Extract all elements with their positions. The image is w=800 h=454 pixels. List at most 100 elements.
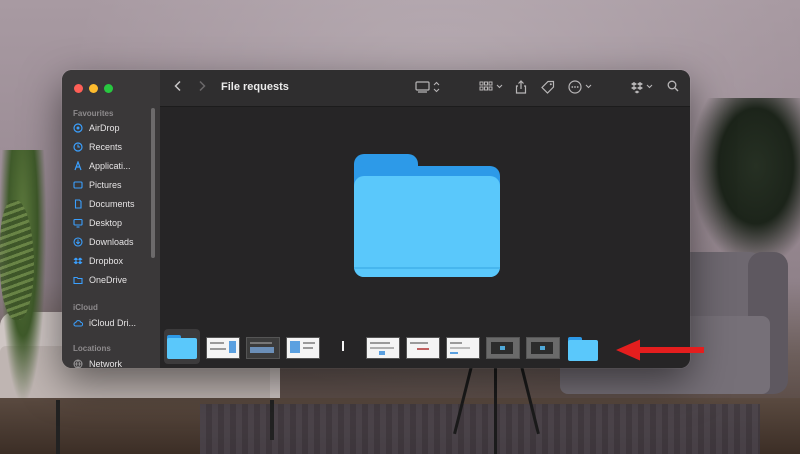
folder-thumbnail[interactable]	[568, 337, 598, 361]
sidebar-item-label: Network	[89, 359, 123, 368]
search-button[interactable]	[666, 80, 680, 96]
pictures-icon	[73, 180, 83, 190]
document-thumbnail[interactable]	[206, 337, 240, 359]
sidebar-item-network[interactable]: Network	[73, 356, 122, 368]
folder-body	[568, 340, 598, 361]
sofa-leg	[270, 400, 274, 440]
sidebar-item-label: Recents	[89, 142, 123, 152]
thumb-text-line	[303, 347, 313, 349]
sidebar-item-applications[interactable]: Applicati...	[73, 158, 131, 174]
sidebar-item-onedrive[interactable]: OneDrive	[73, 272, 127, 288]
network-icon	[73, 359, 83, 368]
forward-button[interactable]	[194, 80, 210, 96]
ellipsis-icon	[568, 80, 592, 94]
sidebar-item-label: OneDrive	[89, 275, 128, 285]
thumb-image-block	[229, 341, 236, 353]
sidebar-item-label: Applicati...	[89, 161, 131, 171]
chevron-right-icon	[199, 80, 206, 92]
tag-icon	[541, 80, 555, 94]
grid-icon	[479, 81, 503, 91]
toolbar: File requests	[160, 70, 690, 107]
sidebar-section-icloud: iCloud	[73, 303, 98, 312]
sidebar: Favourites AirDrop Recents Applicati... …	[62, 70, 161, 368]
sidebar-section-favourites: Favourites	[73, 109, 114, 118]
thumb-text-line	[370, 342, 390, 344]
thumb-image-block	[250, 347, 274, 353]
thumb-text-line	[450, 342, 462, 344]
narrow-file-thumbnail[interactable]	[342, 341, 344, 351]
view-options-button[interactable]	[414, 80, 444, 96]
sofa-leg	[56, 400, 60, 454]
stand-leg	[494, 366, 497, 454]
cloud-icon	[73, 318, 84, 328]
tag-button[interactable]	[540, 80, 556, 96]
minimize-window-button[interactable]	[89, 84, 98, 93]
window-title: File requests	[221, 81, 289, 93]
sidebar-item-documents[interactable]: Documents	[73, 196, 135, 212]
sidebar-item-dropbox[interactable]: Dropbox	[73, 253, 123, 269]
clock-icon	[73, 142, 83, 152]
document-thumbnail[interactable]	[366, 337, 400, 359]
chevron-left-icon	[174, 80, 181, 92]
close-window-button[interactable]	[74, 84, 83, 93]
sidebar-item-label: Pictures	[89, 180, 122, 190]
folder-preview-icon[interactable]	[354, 154, 500, 277]
sidebar-item-label: Desktop	[89, 218, 123, 228]
thumb-text-line	[370, 347, 394, 349]
folder-preview-line	[354, 267, 500, 269]
dropbox-icon	[73, 256, 83, 266]
thumb-text-line	[303, 342, 315, 344]
sidebar-item-pictures[interactable]: Pictures	[73, 177, 122, 193]
sidebar-item-downloads[interactable]: Downloads	[73, 234, 134, 250]
photo-thumbnail[interactable]	[526, 337, 560, 359]
sidebar-item-label: Downloads	[89, 237, 134, 247]
maximize-window-button[interactable]	[104, 84, 113, 93]
thumb-text-line	[410, 342, 428, 344]
more-actions-button[interactable]	[568, 80, 596, 96]
thumb-text-line	[450, 347, 470, 349]
sidebar-item-icloud-drive[interactable]: iCloud Dri...	[73, 315, 136, 331]
document-thumbnail[interactable]	[406, 337, 440, 359]
downloads-icon	[73, 237, 83, 247]
thumb-image-block	[540, 346, 545, 350]
sidebar-item-label: AirDrop	[89, 123, 120, 133]
dropbox-icon	[631, 82, 653, 94]
back-button[interactable]	[170, 80, 186, 96]
search-icon	[667, 80, 679, 92]
plant-right	[690, 98, 800, 268]
sidebar-item-recents[interactable]: Recents	[73, 139, 122, 155]
screenshot-thumbnail[interactable]	[246, 337, 280, 359]
photo-thumbnail[interactable]	[486, 337, 520, 359]
sidebar-item-label: iCloud Dri...	[89, 318, 137, 328]
thumb-image-block	[290, 341, 300, 353]
share-icon	[515, 80, 527, 94]
sidebar-item-airdrop[interactable]: AirDrop	[73, 120, 120, 136]
dropbox-menu-button[interactable]	[630, 80, 656, 96]
desktop-icon	[73, 218, 83, 228]
sidebar-scrollbar[interactable]	[151, 108, 155, 258]
thumb-text-line	[210, 348, 226, 350]
document-thumbnail[interactable]	[286, 337, 320, 359]
sidebar-item-label: Documents	[89, 199, 135, 209]
thumb-text-line	[250, 342, 272, 344]
group-button[interactable]	[478, 80, 506, 96]
airdrop-icon	[73, 123, 83, 133]
sidebar-item-label: Dropbox	[89, 256, 124, 266]
thumb-image-block	[379, 351, 385, 355]
sidebar-item-desktop[interactable]: Desktop	[73, 215, 122, 231]
document-thumbnail[interactable]	[446, 337, 480, 359]
thumb-text-line	[210, 342, 224, 344]
gallery-view-icon	[415, 81, 440, 93]
gallery-preview-area	[160, 107, 690, 368]
thumb-text-line	[417, 348, 429, 350]
folder-thumbnail-selected[interactable]	[167, 335, 197, 359]
share-button[interactable]	[514, 80, 528, 96]
finder-window: Favourites AirDrop Recents Applicati... …	[62, 70, 690, 368]
documents-icon	[73, 199, 83, 209]
thumb-image-block	[500, 346, 505, 350]
thumb-text-line	[450, 352, 458, 354]
folder-preview-front	[354, 176, 500, 277]
folder-icon	[73, 275, 83, 285]
rug	[200, 404, 760, 454]
applications-icon	[73, 160, 83, 171]
